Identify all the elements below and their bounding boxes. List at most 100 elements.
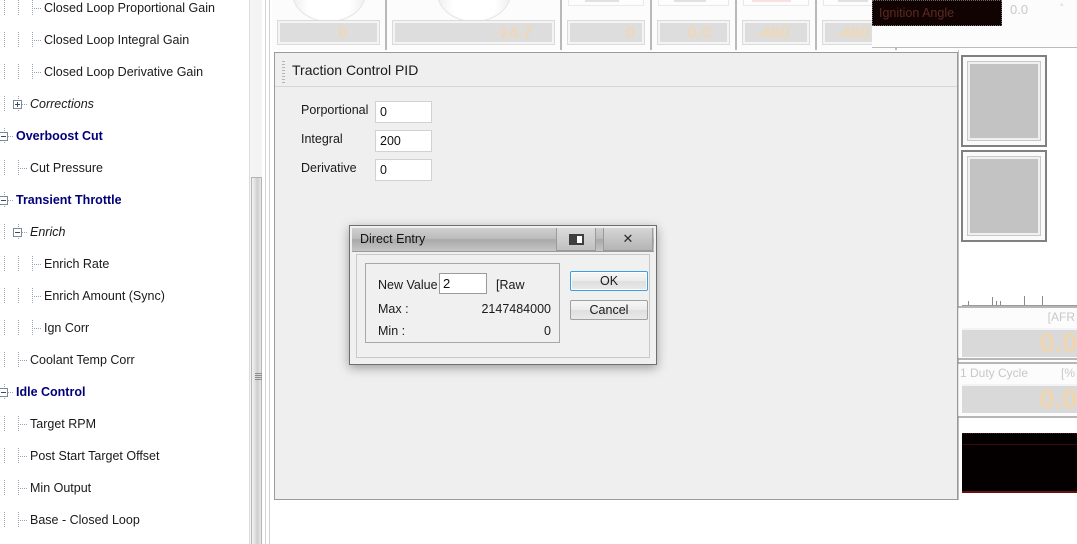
gauge-cell[interactable]: 00 <box>562 0 652 50</box>
tree-item-label: Overboost Cut <box>16 129 103 143</box>
collapse-icon[interactable] <box>13 228 22 237</box>
tree-item-label: Target RPM <box>30 417 96 431</box>
tree-guide-line <box>4 448 5 464</box>
direct-entry-dialog: Direct Entry ✕ New Value : [Raw Max : 21… <box>349 225 657 365</box>
tree-item[interactable]: Transient Throttle <box>0 192 248 208</box>
gauge-value: -460 <box>755 23 790 42</box>
ignition-angle-value: 0.0 <box>1010 2 1029 17</box>
tree-item-label: Coolant Temp Corr <box>30 353 135 367</box>
page-title: Traction Control PID <box>292 62 419 78</box>
tree-item-label: Idle Control <box>16 385 86 399</box>
tree-item[interactable]: Base - Closed Loop <box>0 512 248 528</box>
gauge-readout: -460°F <box>742 20 810 45</box>
max-value: 2147484000 <box>481 302 551 316</box>
tree-guide-line <box>4 352 5 368</box>
duty-cycle-unit: [% <box>1060 366 1075 380</box>
tree-item[interactable]: Closed Loop Proportional Gain <box>0 0 248 16</box>
close-icon[interactable]: ✕ <box>603 228 653 251</box>
bar-gauge-face: 0 <box>568 0 644 6</box>
duty-cycle-readout: 1 Duty Cycle [% 0.0 <box>958 362 1077 418</box>
field-label-proportional: Porportional <box>301 103 369 117</box>
tree-guide-line <box>18 360 28 361</box>
tree-scrollbar-thumb[interactable] <box>251 177 262 544</box>
tree-item-label: Post Start Target Offset <box>30 449 160 463</box>
tree-item-label: Corrections <box>30 97 94 111</box>
upper-gray-panel-surface <box>967 61 1041 141</box>
tree-item[interactable]: Closed Loop Derivative Gain <box>0 64 248 80</box>
panel-divider-2 <box>269 0 270 544</box>
ignition-angle-unit: ° <box>1060 2 1064 12</box>
tree-guide-line <box>18 256 19 272</box>
gauge-cell[interactable]: 0 RPM <box>272 0 387 50</box>
tree-guide-line <box>18 168 28 169</box>
tree-item[interactable]: Post Start Target Offset <box>0 448 248 464</box>
tree-item-label: Cut Pressure <box>30 161 103 175</box>
proportional-input[interactable] <box>375 101 432 123</box>
tree-item[interactable]: Overboost Cut <box>0 128 248 144</box>
tree-item[interactable]: Enrich <box>0 224 248 240</box>
tree-item-label: Enrich <box>30 225 66 239</box>
tree-guide-line <box>4 0 5 16</box>
cancel-button[interactable]: Cancel <box>570 300 648 320</box>
ignition-angle-gauge[interactable]: Ignition Angle 0.0 ° <box>872 0 1077 48</box>
gauge-value: 0 <box>625 23 635 42</box>
tree-item[interactable]: Cut Pressure <box>0 160 248 176</box>
tree-guide-line <box>4 32 5 48</box>
collapse-icon[interactable] <box>0 132 8 141</box>
gauge-unit: % <box>713 30 722 41</box>
panel-divider <box>265 0 266 544</box>
bar-gauge-fill <box>585 0 620 2</box>
value-entry-groupbox: New Value : [Raw Max : 2147484000 Min : … <box>365 263 560 343</box>
expand-icon[interactable] <box>13 100 22 109</box>
gauge-readout: 0 <box>567 20 645 45</box>
raw-units-label: [Raw <box>496 278 525 292</box>
collapse-icon[interactable] <box>0 388 8 397</box>
tree-item-label: Min Output <box>30 481 92 495</box>
dialog-titlebar[interactable]: Direct Entry ✕ <box>352 228 654 252</box>
tree-guide-line <box>18 424 28 425</box>
parameter-tree[interactable]: Closed Loop Proportional Gain Closed Loop… <box>0 0 248 544</box>
tree-item[interactable]: Ign Corr <box>0 320 248 336</box>
lower-gray-panel[interactable] <box>961 150 1047 242</box>
max-label: Max : <box>378 302 409 316</box>
tree-item-label: Enrich Amount (Sync) <box>44 289 165 303</box>
gauge-scale-ruler <box>962 292 1077 306</box>
tree-guide-line <box>18 288 19 304</box>
tree-guide-line <box>32 8 42 9</box>
bar-gauge-face <box>658 0 729 6</box>
tree-guide-line <box>32 328 42 329</box>
gauge-cell[interactable]: -14.7 psi <box>387 0 562 50</box>
tree-guide-line <box>4 480 5 496</box>
new-value-input[interactable] <box>439 273 487 294</box>
new-value-label: New Value : <box>378 278 445 292</box>
panel-grip-icon[interactable] <box>282 61 285 83</box>
collapse-icon[interactable] <box>0 196 8 205</box>
derivative-input[interactable] <box>375 159 432 181</box>
tree-item-label: Ign Corr <box>44 321 90 335</box>
tree-item-label: Closed Loop Derivative Gain <box>44 65 204 79</box>
integral-input[interactable] <box>375 130 432 152</box>
tree-item[interactable]: Min Output <box>0 480 248 496</box>
field-row-proportional: Porportional <box>301 101 501 123</box>
tree-guide-line <box>4 160 5 176</box>
tree-item[interactable]: Target RPM <box>0 416 248 432</box>
tree-guide-line <box>4 416 5 432</box>
tree-item-label: Transient Throttle <box>16 193 122 207</box>
tree-item[interactable]: Enrich Rate <box>0 256 248 272</box>
min-label: Min : <box>378 324 406 338</box>
gauge-readout: -14.7 psi <box>392 20 555 45</box>
ok-button[interactable]: OK <box>570 271 648 291</box>
gauge-cell[interactable]: -460°F <box>737 0 817 50</box>
bar-gauge-fill <box>751 0 792 2</box>
panel-window-icon[interactable] <box>556 228 596 251</box>
log-strip-line <box>962 444 1077 445</box>
tree-item[interactable]: Coolant Temp Corr <box>0 352 248 368</box>
tree-item[interactable]: Enrich Amount (Sync) <box>0 288 248 304</box>
tree-item[interactable]: Corrections <box>0 96 248 112</box>
tree-guide-line <box>18 32 19 48</box>
gauge-cell[interactable]: 0.0% <box>652 0 737 50</box>
tree-item[interactable]: Closed Loop Integral Gain <box>0 32 248 48</box>
tree-vertical-scrollbar[interactable] <box>249 0 262 544</box>
upper-gray-panel[interactable] <box>961 55 1047 147</box>
tree-item[interactable]: Idle Control <box>0 384 248 400</box>
